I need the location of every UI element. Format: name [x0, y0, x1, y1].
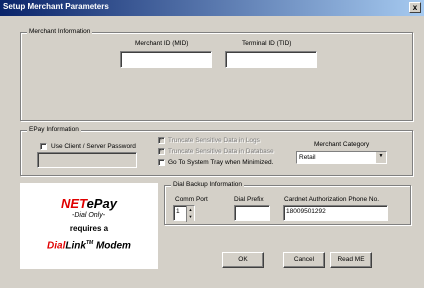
truncate-db-checkbox: ✓: [158, 148, 165, 155]
ok-button[interactable]: OK: [222, 252, 264, 268]
netepay-dialink-logo: NETePay -Dial Only- requires a DialLinkT…: [20, 183, 158, 269]
merchant-category-label: Merchant Category: [314, 141, 370, 148]
cancel-button[interactable]: Cancel: [283, 252, 325, 268]
logo-brand: NETePay: [61, 196, 117, 211]
dial-backup-title: Dial Backup Information: [171, 181, 245, 188]
comm-port-input[interactable]: 1 ▲ ▼: [173, 205, 195, 222]
tid-label: Terminal ID (TID): [242, 40, 292, 47]
phone-input[interactable]: 18009501292: [283, 205, 388, 221]
merchant-category-select[interactable]: Retail ▼: [296, 151, 387, 164]
close-button[interactable]: x: [409, 2, 421, 13]
dial-prefix-label: Dial Prefix: [234, 196, 264, 203]
title-bar: Setup Merchant Parameters x: [0, 0, 424, 16]
truncate-logs-checkbox: ✓: [158, 137, 165, 144]
use-client-server-password-label: Use Client / Server Password: [51, 143, 136, 150]
logo-dial-only: -Dial Only-: [72, 212, 106, 219]
phone-label: Cardnet Authorization Phone No.: [284, 196, 380, 203]
merchant-information-group: Merchant Information: [20, 28, 413, 121]
logo-dialink: DialLinkTM Modem: [47, 240, 131, 252]
mid-label: Merchant ID (MID): [135, 40, 189, 47]
comm-port-spinner[interactable]: ▲ ▼: [186, 206, 194, 222]
dial-prefix-input[interactable]: [234, 205, 270, 221]
use-client-server-password-checkbox[interactable]: [40, 143, 47, 150]
window-title: Setup Merchant Parameters: [3, 2, 109, 11]
epay-information-title: EPay Information: [27, 126, 81, 133]
tid-input[interactable]: [225, 51, 317, 68]
comm-port-label: Comm Port: [175, 196, 208, 203]
chevron-down-icon[interactable]: ▼: [375, 152, 386, 163]
truncate-logs-label: Truncate Sensitive Data in Logs: [168, 137, 260, 144]
readme-button[interactable]: Read ME: [330, 252, 372, 268]
mid-input[interactable]: [120, 51, 212, 68]
truncate-db-label: Truncate Sensitive Data in Database: [168, 148, 274, 155]
go-to-tray-label: Go To System Tray when Minimized.: [168, 159, 274, 166]
merchant-category-value: Retail: [299, 154, 316, 161]
merchant-information-title: Merchant Information: [27, 28, 93, 35]
password-input: [37, 152, 137, 168]
logo-requires: requires a: [69, 224, 109, 233]
go-to-tray-checkbox[interactable]: [158, 159, 165, 166]
